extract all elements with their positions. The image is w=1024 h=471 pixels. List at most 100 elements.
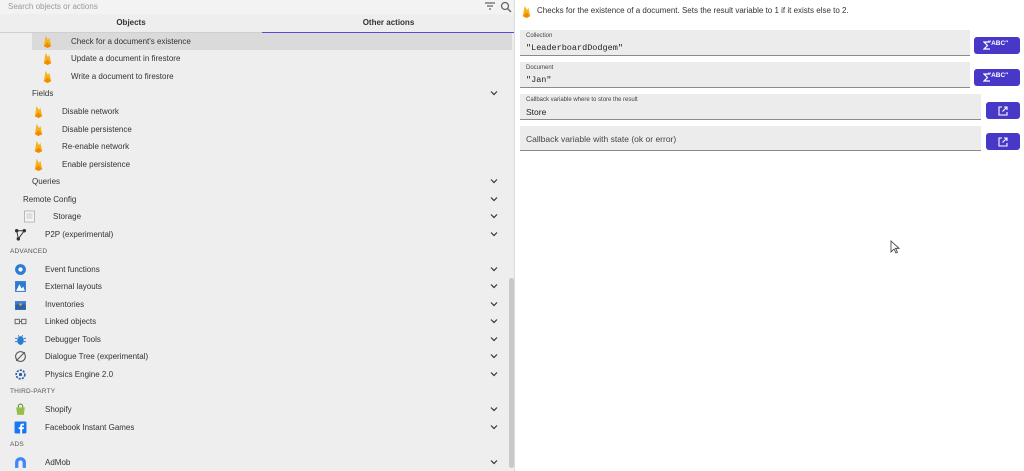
chevron-down-icon: [490, 354, 498, 359]
instruction-description: Checks for the existence of a document. …: [537, 6, 849, 15]
inventory-chest-icon: [15, 301, 26, 310]
list-item-write-document[interactable]: Write a document to firestore: [32, 68, 512, 85]
chevron-down-icon: [490, 267, 498, 272]
linked-objects-icon: [14, 318, 27, 325]
group-dialogue-tree[interactable]: Dialogue Tree (experimental): [0, 348, 512, 365]
physics-gear-icon: [15, 369, 26, 380]
search-icon[interactable]: [500, 1, 512, 13]
group-shopify[interactable]: Shopify: [0, 401, 512, 418]
storage-icon: [24, 210, 35, 223]
firebase-icon: [34, 105, 43, 118]
chevron-down-icon: [490, 284, 498, 289]
list-item-enable-persistence[interactable]: Enable persistence: [0, 156, 512, 173]
facebook-icon: [14, 421, 27, 434]
chevron-down-icon: [490, 372, 498, 377]
open-variables-button[interactable]: [986, 102, 1020, 119]
network-graph-icon: [14, 228, 27, 241]
group-storage[interactable]: Storage: [0, 208, 512, 225]
group-queries[interactable]: Queries: [0, 173, 512, 190]
chevron-down-icon: [490, 425, 498, 430]
field-value: Store: [526, 107, 547, 117]
expression-editor-button[interactable]: "ABC": [974, 37, 1020, 54]
group-debugger-tools[interactable]: Debugger Tools: [0, 331, 512, 348]
group-label: Inventories: [45, 300, 85, 309]
sigma-icon: [983, 73, 990, 82]
callback-state-variable-field[interactable]: Callback variable with state (ok or erro…: [520, 126, 981, 151]
callback-result-variable-field[interactable]: Callback variable where to store the res…: [520, 94, 981, 120]
shopify-bag-icon: [16, 403, 25, 415]
group-label: AdMob: [45, 458, 71, 467]
firebase-icon: [522, 5, 531, 18]
abc-label: "ABC": [988, 40, 1009, 47]
search-input[interactable]: [8, 0, 478, 13]
tab-objects[interactable]: Objects: [0, 15, 262, 33]
firebase-icon: [34, 158, 43, 171]
field-label: Collection: [526, 33, 553, 39]
field-label: Document: [526, 65, 554, 71]
group-label: External layouts: [45, 282, 102, 291]
section-advanced: ADVANCED: [10, 248, 48, 255]
sigma-icon: [983, 41, 990, 50]
chevron-down-icon: [490, 197, 498, 202]
filter-icon[interactable]: [484, 1, 496, 13]
firebase-icon: [34, 140, 43, 153]
group-facebook-instant-games[interactable]: Facebook Instant Games: [0, 419, 512, 436]
group-label: Storage: [53, 212, 82, 221]
firebase-icon: [43, 70, 52, 83]
external-layouts-icon: [15, 281, 26, 292]
group-physics-engine[interactable]: Physics Engine 2.0: [0, 366, 512, 383]
group-label: Event functions: [45, 265, 100, 274]
list-item-label: Update a document in firestore: [71, 54, 181, 63]
group-label: Facebook Instant Games: [45, 423, 135, 432]
field-value: "Jan": [526, 75, 552, 85]
tab-other-actions[interactable]: Other actions: [262, 15, 514, 33]
group-label: Linked objects: [45, 317, 97, 326]
instruction-editor-panel: Checks for the existence of a document. …: [515, 0, 1024, 471]
list-item-label: Enable persistence: [62, 160, 131, 169]
firebase-icon: [43, 52, 52, 65]
field-value: "LeaderboardDodgem": [526, 43, 623, 53]
group-fields[interactable]: Fields: [0, 85, 512, 102]
app-root: Objects Other actions Check for a docume…: [0, 0, 1024, 471]
group-remote-config[interactable]: Remote Config: [0, 191, 512, 208]
group-label: Fields: [32, 89, 54, 98]
section-third-party: THIRD-PARTY: [10, 388, 56, 395]
list-item-reenable-network[interactable]: Re-enable network: [0, 138, 512, 155]
group-label: P2P (experimental): [45, 230, 114, 239]
admob-icon: [15, 457, 26, 468]
group-linked-objects[interactable]: Linked objects: [0, 313, 512, 330]
collection-field[interactable]: Collection "LeaderboardDodgem": [520, 30, 970, 56]
list-item-disable-network[interactable]: Disable network: [0, 103, 512, 120]
open-variables-button[interactable]: [986, 133, 1020, 150]
mouse-cursor-icon: [890, 240, 900, 254]
document-field[interactable]: Document "Jan": [520, 62, 970, 88]
scrollbar-thumb[interactable]: [509, 278, 514, 468]
list-item-disable-persistence[interactable]: Disable persistence: [0, 121, 512, 138]
group-event-functions[interactable]: Event functions: [0, 261, 512, 278]
group-label: Shopify: [45, 405, 72, 414]
open-external-icon: [998, 136, 1008, 147]
instruction-list-panel: Objects Other actions Check for a docume…: [0, 0, 515, 471]
group-p2p[interactable]: P2P (experimental): [0, 226, 512, 243]
expression-editor-button[interactable]: "ABC": [974, 69, 1020, 86]
group-external-layouts[interactable]: External layouts: [0, 278, 512, 295]
list-item-label: Disable network: [62, 107, 119, 116]
group-inventories[interactable]: Inventories: [0, 296, 512, 313]
field-placeholder: Callback variable with state (ok or erro…: [526, 134, 677, 144]
list-item-label: Re-enable network: [62, 142, 130, 151]
bug-icon: [15, 334, 26, 345]
group-admob[interactable]: AdMob: [0, 454, 512, 471]
firebase-icon: [34, 123, 43, 136]
list-item-label: Write a document to firestore: [71, 72, 174, 81]
group-label: Remote Config: [23, 195, 77, 204]
section-ads: ADS: [10, 441, 24, 448]
field-label: Callback variable where to store the res…: [526, 97, 638, 103]
list-item-update-document[interactable]: Update a document in firestore: [32, 50, 512, 67]
list-item-check-document-existence[interactable]: Check for a document's existence: [32, 33, 512, 50]
search-bar: [0, 0, 514, 14]
chevron-down-icon: [490, 319, 498, 324]
event-functions-icon: [15, 264, 26, 275]
firebase-icon: [43, 35, 52, 48]
list-item-label: Check for a document's existence: [71, 37, 191, 46]
chevron-down-icon: [490, 232, 498, 237]
